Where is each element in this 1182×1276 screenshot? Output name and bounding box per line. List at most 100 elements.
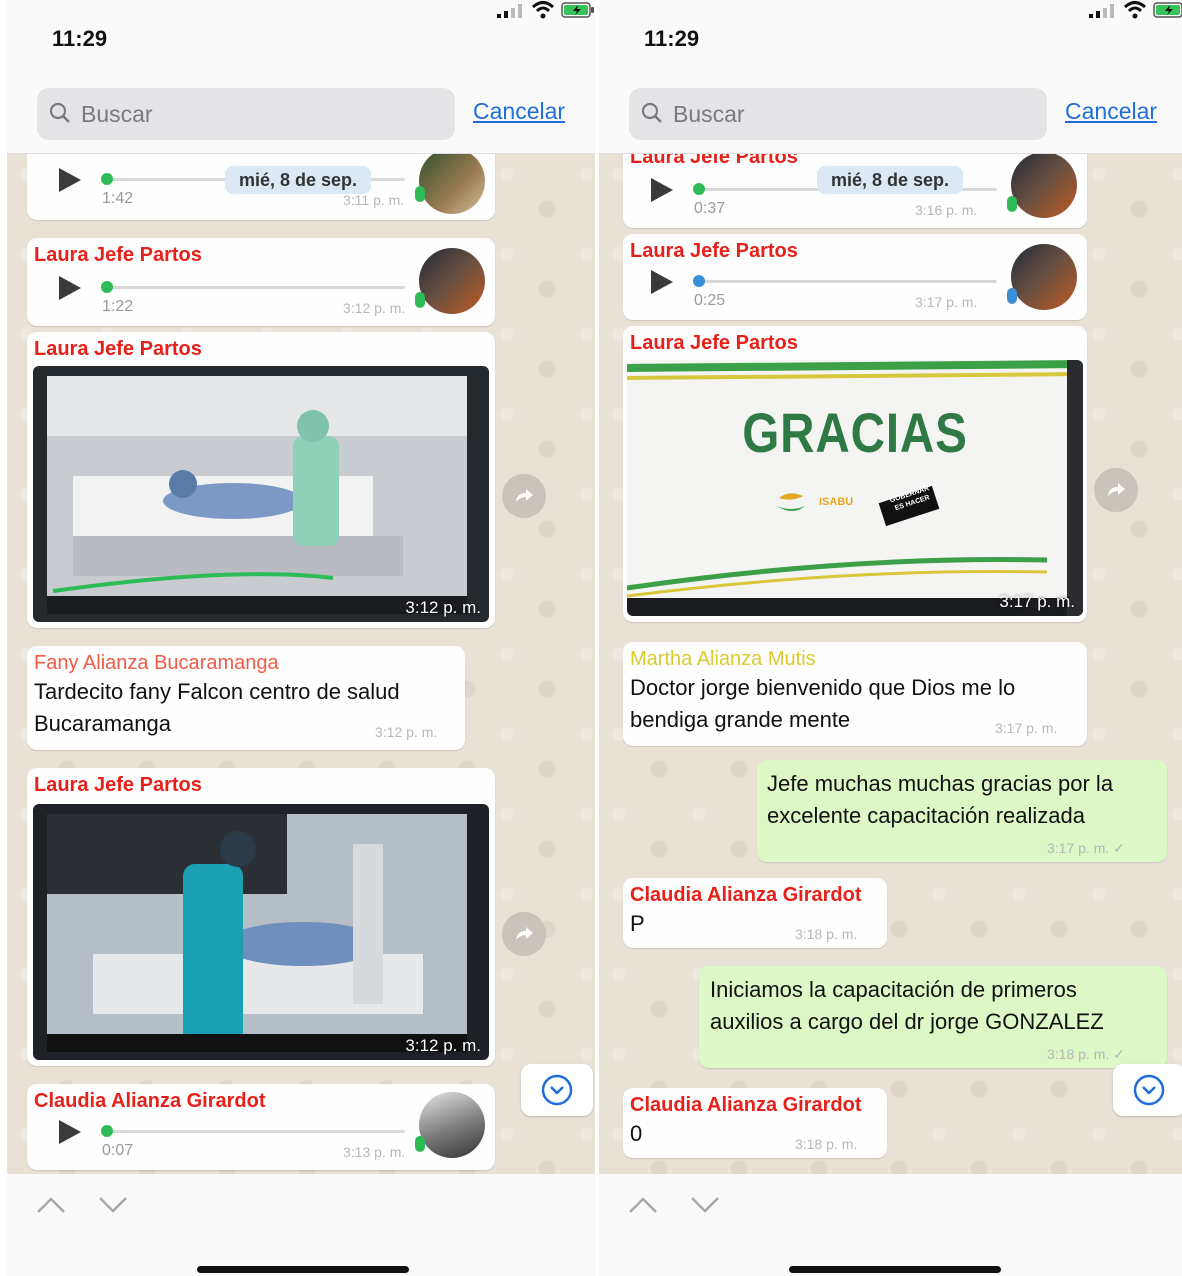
slide-title: GRACIAS (742, 401, 968, 464)
audio-track[interactable] (105, 286, 405, 289)
play-icon[interactable] (651, 178, 673, 202)
search-bar: Cancelar (599, 80, 1182, 154)
chevron-down-circle-icon (1133, 1074, 1165, 1106)
search-bar: Cancelar (7, 80, 595, 154)
forward-icon[interactable] (502, 912, 546, 956)
hospital-photo (47, 814, 467, 1052)
slide-background (627, 360, 1083, 616)
status-time: 11:29 (52, 26, 108, 51)
message-time: 3:17 p. m. (999, 592, 1075, 611)
message-time: 3:18 p. m. (795, 1136, 858, 1152)
play-icon[interactable] (651, 270, 673, 294)
chevron-up-icon[interactable] (35, 1194, 67, 1216)
audio-track[interactable] (697, 280, 997, 283)
image-message: Laura Jefe Partos 3:12 p. m. (27, 332, 495, 628)
cancel-button[interactable]: Cancelar (1065, 98, 1157, 125)
sender-name[interactable]: Claudia Alianza Girardot (34, 1090, 266, 1113)
sender-name[interactable]: Fany Alianza Bucaramanga (34, 652, 279, 675)
sender-name[interactable]: Laura Jefe Partos (630, 154, 798, 169)
message-time-text: 3:18 p. m. (1047, 1046, 1110, 1062)
audio-duration: 1:42 (102, 190, 134, 207)
scroll-to-bottom-button[interactable] (1113, 1064, 1182, 1116)
message-line: Tardecito fany Falcon centro de salud (34, 679, 400, 704)
battery-icon (561, 2, 594, 18)
cancel-button[interactable]: Cancelar (473, 98, 565, 125)
search-navigation-bar (599, 1174, 1182, 1276)
chat-area[interactable]: 1:42 3:11 p. m. mié, 8 de sep. Laura Jef… (7, 154, 595, 1174)
chevron-down-icon[interactable] (689, 1194, 721, 1216)
sender-name[interactable]: Laura Jefe Partos (34, 244, 202, 267)
sender-name[interactable]: Martha Alianza Mutis (630, 648, 816, 671)
message-image[interactable]: GRACIAS ISABU GOBERNAR ES HACER 3:17 p. … (627, 360, 1083, 616)
left-phone-screen: 11:29 Cancelar (7, 0, 595, 1276)
message-time-text: 3:17 p. m. (1047, 840, 1110, 856)
message-time: 3:12 p. m. (405, 1036, 481, 1055)
chevron-up-icon[interactable] (627, 1194, 659, 1216)
slide-logo-text: ISABU (819, 496, 854, 508)
wifi-icon (1123, 1, 1147, 19)
avatar[interactable] (1011, 244, 1077, 310)
audio-scrub-dot[interactable] (101, 173, 113, 185)
search-field[interactable] (629, 88, 1047, 140)
chat-area[interactable]: Laura Jefe Partos 0:37 3:16 p. m. mié, 8… (599, 154, 1182, 1174)
mic-icon (1007, 288, 1017, 304)
forward-icon[interactable] (502, 474, 546, 518)
message-time: 3:17 p. m. (915, 294, 978, 310)
sender-name[interactable]: Laura Jefe Partos (34, 774, 202, 797)
audio-duration: 0:37 (694, 200, 726, 217)
mic-icon (415, 1136, 425, 1152)
chevron-down-icon[interactable] (97, 1194, 129, 1216)
date-pill: mié, 8 de sep. (817, 166, 964, 194)
avatar[interactable] (419, 154, 485, 214)
audio-duration: 0:07 (102, 1142, 134, 1159)
sender-name[interactable]: Laura Jefe Partos (630, 332, 798, 355)
message-line: 0 (630, 1121, 643, 1146)
search-input[interactable] (79, 98, 443, 130)
play-icon[interactable] (59, 276, 81, 300)
avatar[interactable] (419, 1092, 485, 1158)
play-icon[interactable] (59, 1120, 81, 1144)
audio-scrub-dot[interactable] (693, 275, 705, 287)
avatar[interactable] (1011, 154, 1077, 218)
audio-scrub-dot[interactable] (693, 183, 705, 195)
message-image[interactable]: 3:12 p. m. (33, 804, 489, 1060)
sender-name[interactable]: Laura Jefe Partos (34, 338, 202, 361)
audio-duration: 0:25 (694, 292, 726, 309)
audio-track[interactable] (105, 1130, 405, 1133)
sender-name[interactable]: Claudia Alianza Girardot (630, 1094, 862, 1117)
avatar[interactable] (419, 248, 485, 314)
home-indicator[interactable] (789, 1266, 1001, 1273)
voice-message: Claudia Alianza Girardot 0:07 3:13 p. m. (27, 1084, 495, 1170)
text-message: Claudia Alianza Girardot 0 3:18 p. m. (623, 1088, 887, 1158)
check-icon: ✓ (1113, 840, 1125, 856)
mic-icon (415, 186, 425, 202)
message-image[interactable]: 3:12 p. m. (33, 366, 489, 622)
image-message: Laura Jefe Partos 3:12 p. m. (27, 768, 495, 1066)
date-pill: mié, 8 de sep. (225, 166, 372, 194)
mic-icon (1007, 196, 1017, 212)
search-icon (49, 102, 70, 123)
scroll-to-bottom-button[interactable] (521, 1064, 593, 1116)
message-line: Doctor jorge bienvenido que Dios me lo (630, 675, 1016, 700)
voice-message: Laura Jefe Partos 0:25 3:17 p. m. (623, 234, 1087, 320)
search-input[interactable] (671, 98, 1035, 130)
message-time: 3:12 p. m. (343, 300, 406, 316)
search-icon (641, 102, 662, 123)
message-time: 3:12 p. m. (405, 598, 481, 617)
status-bar: 11:29 (599, 0, 1182, 80)
status-time: 11:29 (644, 26, 700, 51)
play-icon[interactable] (59, 168, 81, 192)
home-indicator[interactable] (197, 1266, 409, 1273)
message-time: 3:18 p. m. ✓ (1047, 1046, 1125, 1063)
search-field[interactable] (37, 88, 455, 140)
audio-scrub-dot[interactable] (101, 1125, 113, 1137)
sender-name[interactable]: Laura Jefe Partos (630, 240, 798, 263)
status-bar: 11:29 (7, 0, 595, 80)
audio-scrub-dot[interactable] (101, 281, 113, 293)
forward-icon[interactable] (1094, 468, 1138, 512)
text-message: Fany Alianza Bucaramanga Tardecito fany … (27, 646, 465, 750)
sender-name[interactable]: Claudia Alianza Girardot (630, 884, 862, 907)
search-navigation-bar (7, 1174, 595, 1276)
battery-icon (1153, 2, 1182, 18)
message-line: auxilios a cargo del dr jorge GONZALEZ (710, 1009, 1104, 1034)
